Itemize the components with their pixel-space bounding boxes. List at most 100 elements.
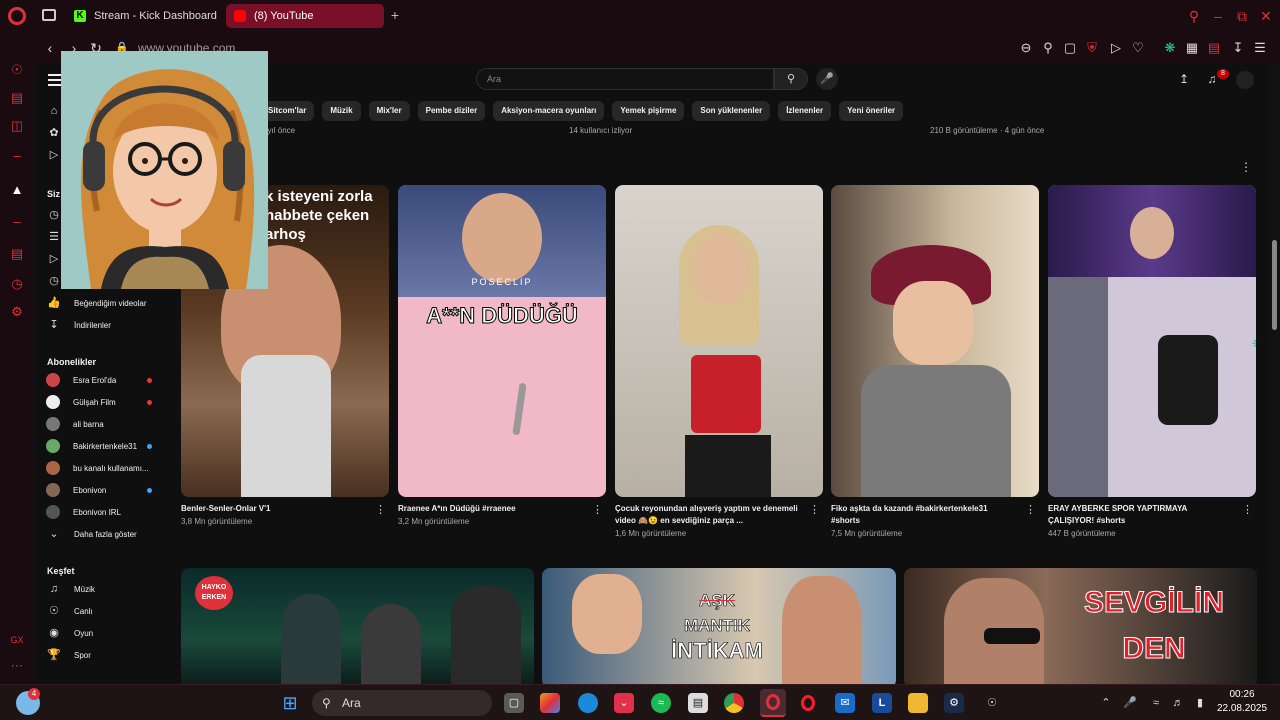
short-title[interactable]: Fiko aşkta da kazandı #bakirkertenkele31… xyxy=(831,503,1015,527)
video-popout-icon[interactable]: ◫ xyxy=(9,118,25,134)
chip[interactable]: İzlenenler xyxy=(778,101,832,121)
file-explorer-icon[interactable] xyxy=(908,693,928,713)
notepad-icon[interactable]: ▤ xyxy=(688,693,708,713)
short-card[interactable]: ❋ ERAY AYBERKE SPOR YAPTIRMAYA ÇALIŞIYOR… xyxy=(1048,185,1256,538)
video-thumbnail[interactable]: AŞK MANTIK İNTİKAM xyxy=(542,568,896,684)
short-title[interactable]: Rraenee A*ın Düdüğü #rraenee xyxy=(398,503,582,515)
spotify-icon[interactable]: ≈ xyxy=(651,693,671,713)
copilot-icon[interactable] xyxy=(540,693,560,713)
outlook-icon[interactable]: ✉ xyxy=(835,693,855,713)
settings-gear-icon[interactable]: ⚙ xyxy=(9,304,25,320)
opera-icon[interactable] xyxy=(798,693,818,713)
search-icon[interactable]: ⚲ xyxy=(774,68,808,90)
more-options-icon[interactable]: ⋮ xyxy=(592,503,603,516)
chip[interactable]: Yeni öneriler xyxy=(839,101,904,121)
history-icon[interactable]: ◷ xyxy=(9,276,25,292)
short-card[interactable]: Çocuk reyonundan alışveriş yaptım ve den… xyxy=(615,185,823,538)
subscription-item[interactable]: ali barna xyxy=(46,415,164,433)
download-icon[interactable]: ↧ xyxy=(1230,40,1246,56)
extensions-icon[interactable]: ▦ xyxy=(1184,40,1200,56)
gx-icon[interactable]: GX xyxy=(9,632,25,648)
back-arrow-icon[interactable]: ‹ xyxy=(42,40,58,56)
chip[interactable]: Son yüklenenler xyxy=(692,101,771,121)
more-options-icon[interactable]: ⋮ xyxy=(809,503,820,516)
clock-date[interactable]: 22.08.2025 xyxy=(1212,703,1272,714)
more-options-icon[interactable]: ⋮ xyxy=(375,503,386,516)
chip[interactable]: Aksiyon-macera oyunları xyxy=(493,101,605,121)
battery-icon[interactable]: ▮ xyxy=(1190,693,1210,713)
page-scrollbar[interactable] xyxy=(1268,64,1280,684)
maximize-icon[interactable]: ⧉ xyxy=(1234,8,1250,24)
short-title[interactable]: Benler-Senler-Onlar V'1 xyxy=(181,503,365,515)
volume-icon[interactable]: ♬ xyxy=(1168,693,1188,713)
more-options-icon[interactable]: ⋮ xyxy=(1025,503,1036,516)
chatgpt-icon[interactable]: ❋ xyxy=(1162,40,1178,56)
windows-start-icon[interactable]: ⊞ xyxy=(280,693,300,713)
bookmarks-icon[interactable]: ▤ xyxy=(9,246,25,262)
opera-logo-icon[interactable] xyxy=(8,7,26,25)
chip[interactable]: Pembe diziler xyxy=(417,101,486,121)
wifi-icon[interactable]: ≈ xyxy=(1146,693,1166,713)
pocket-icon[interactable]: ⌄ xyxy=(614,693,634,713)
hamburger-menu-icon[interactable] xyxy=(48,74,62,86)
chatgpt-float-icon[interactable]: ❋ xyxy=(1252,337,1256,351)
new-tab-plus-icon[interactable]: + xyxy=(388,8,402,22)
chip[interactable]: Sitcom'lar xyxy=(260,101,315,121)
tab-kick-dashboard[interactable]: K Stream - Kick Dashboard xyxy=(66,4,220,28)
crypto-wallet-icon[interactable]: ▤ xyxy=(9,90,25,106)
app-l-icon[interactable]: L xyxy=(872,693,892,713)
subscription-item[interactable]: Gülşah Film xyxy=(46,393,164,411)
subscription-item[interactable]: bu kanalı kullanamı... xyxy=(46,459,164,477)
video-thumbnail[interactable]: HAYKO ERKEN xyxy=(181,568,534,684)
short-thumbnail[interactable]: ❋ xyxy=(1048,185,1256,497)
clock-time[interactable]: 00:26 xyxy=(1216,689,1268,700)
short-thumbnail[interactable] xyxy=(831,185,1039,497)
tab-manager-icon[interactable] xyxy=(42,9,56,21)
guide-downloads[interactable]: ↧ İndirilenler xyxy=(46,316,164,334)
kick-sidebar-icon[interactable]: ▲ xyxy=(9,182,25,198)
upload-icon[interactable]: ↥ xyxy=(1176,71,1192,87)
explore-sports[interactable]: 🏆 Spor xyxy=(46,646,164,664)
obs-icon[interactable]: ☉ xyxy=(982,693,1002,713)
chip[interactable]: Yemek pişirme xyxy=(612,101,685,121)
minimize-icon[interactable]: – xyxy=(1210,8,1226,24)
subscription-item[interactable]: Esra Erol'da xyxy=(46,371,164,389)
edge-icon[interactable] xyxy=(578,693,598,713)
tab-youtube[interactable]: (8) YouTube xyxy=(226,4,384,28)
short-title[interactable]: Çocuk reyonundan alışveriş yaptım ve den… xyxy=(615,503,799,527)
short-thumbnail[interactable]: POSECLIP A**N DÜDÜĞÜ xyxy=(398,185,606,497)
zoom-icon[interactable]: ⊖ xyxy=(1018,40,1034,56)
taskbar-search[interactable]: ⚲ Ara xyxy=(312,690,492,716)
short-card[interactable]: POSECLIP A**N DÜDÜĞÜ Rraenee A*ın Düdüğü… xyxy=(398,185,606,526)
heart-icon[interactable]: ♡ xyxy=(1130,40,1146,56)
explore-live[interactable]: ☉ Canlı xyxy=(46,602,164,620)
chrome-icon[interactable] xyxy=(724,693,744,713)
guide-liked-videos[interactable]: 👍 Beğendiğim videolar xyxy=(46,294,164,312)
video-thumbnail[interactable]: SEVGİLİN DEN xyxy=(904,568,1257,684)
wallet-icon[interactable]: ▤ xyxy=(1206,40,1222,56)
short-thumbnail[interactable] xyxy=(615,185,823,497)
snapshot-icon[interactable]: ▢ xyxy=(1062,40,1078,56)
chip[interactable]: Mix'ler xyxy=(368,101,410,121)
chevron-up-icon[interactable]: ⌃ xyxy=(1096,693,1116,713)
show-more-button[interactable]: ⌄ Daha fazla göster xyxy=(46,525,164,543)
steam-icon[interactable]: ⚙ xyxy=(944,693,964,713)
subscription-item[interactable]: Bakirkertenkele31 xyxy=(46,437,164,455)
short-card[interactable]: Fiko aşkta da kazandı #bakirkertenkele31… xyxy=(831,185,1039,538)
search-input[interactable]: Ara xyxy=(476,68,774,90)
close-window-icon[interactable]: ✕ xyxy=(1258,8,1274,24)
explore-gaming[interactable]: ◉ Oyun xyxy=(46,624,164,642)
scrollbar-thumb[interactable] xyxy=(1272,240,1277,330)
play-icon[interactable]: ▷ xyxy=(1108,40,1124,56)
account-avatar[interactable] xyxy=(1236,71,1254,89)
mic-icon[interactable]: 🎤 xyxy=(816,68,838,90)
menu-icon[interactable]: ☰ xyxy=(1252,40,1268,56)
subscription-item[interactable]: Ebonivon IRL xyxy=(46,503,164,521)
more-options-icon[interactable]: ⋮ xyxy=(1242,503,1253,516)
chip[interactable]: Müzik xyxy=(322,101,361,121)
search-tabs-icon[interactable]: ⚲ xyxy=(1186,8,1202,24)
shorts-more-options-icon[interactable]: ⋮ xyxy=(1240,160,1252,174)
explore-music[interactable]: ♫ Müzik xyxy=(46,580,164,598)
section-you[interactable]: Siz xyxy=(47,189,60,199)
shield-icon[interactable]: ⛨ xyxy=(1084,40,1100,56)
